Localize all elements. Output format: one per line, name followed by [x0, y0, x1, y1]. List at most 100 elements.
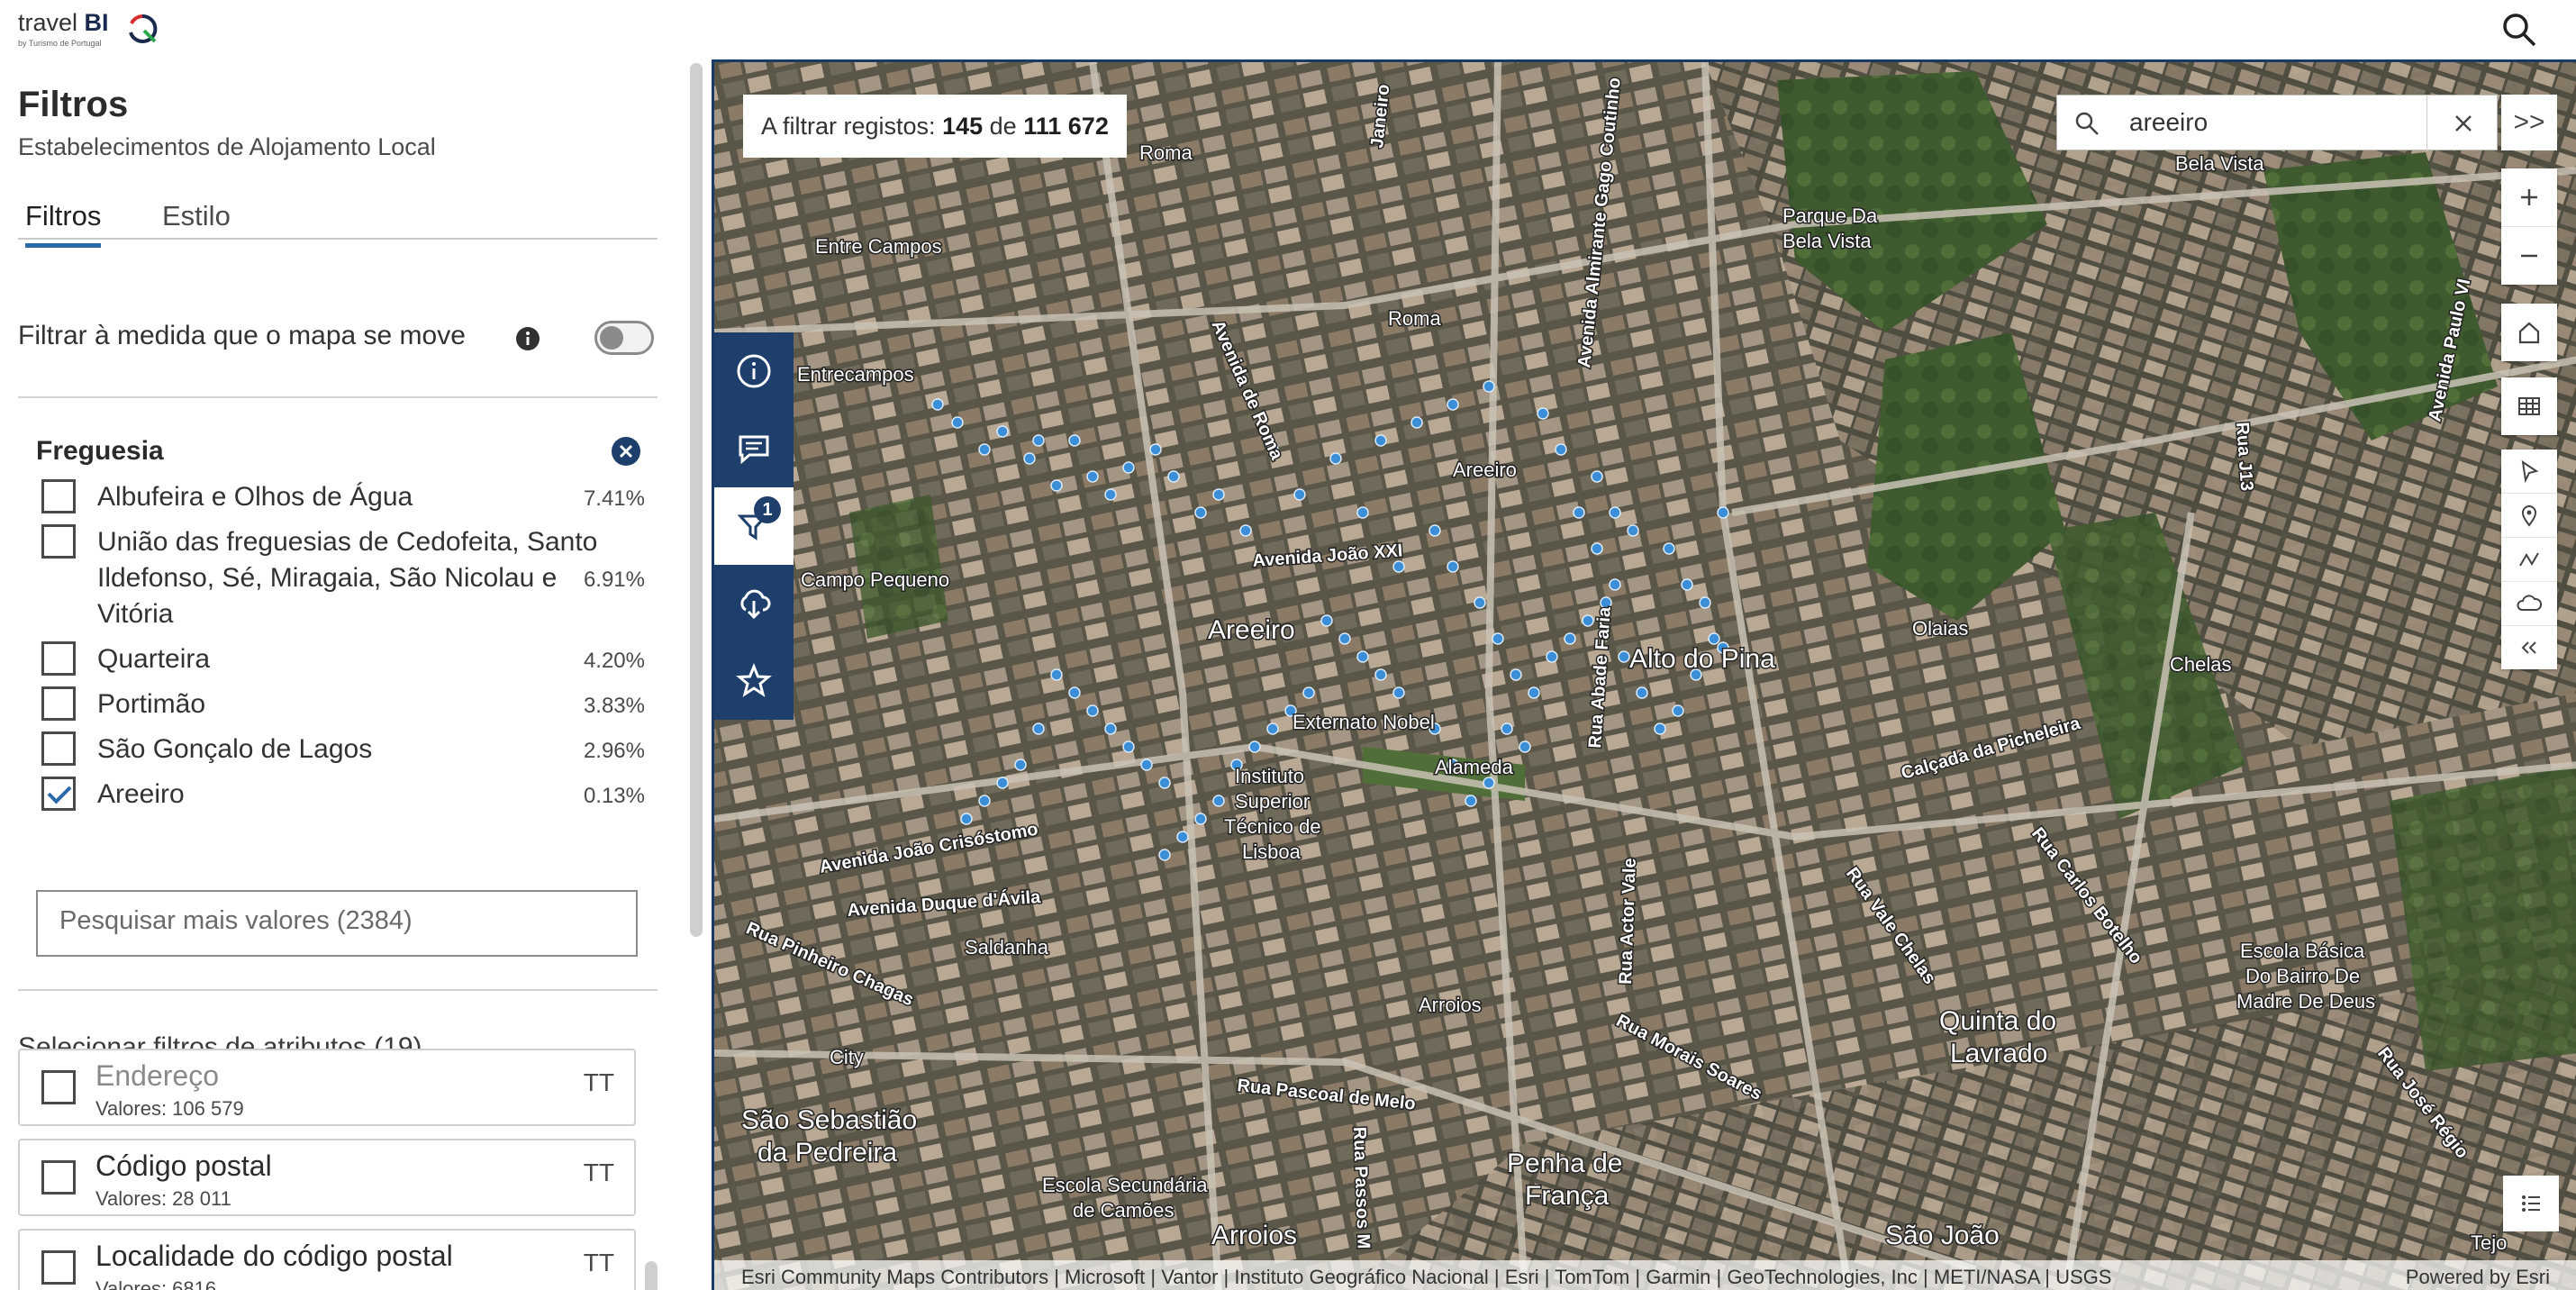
filter-widget-button[interactable]: 1: [714, 487, 794, 565]
zoom-out-button[interactable]: [2501, 227, 2557, 285]
accommodation-point[interactable]: [1537, 407, 1549, 420]
accommodation-point[interactable]: [1338, 632, 1351, 645]
map-view[interactable]: Areeiro Alto do Pina Quinta do Lavrado P…: [712, 59, 2576, 1290]
accommodation-point[interactable]: [1447, 398, 1459, 411]
accommodation-point[interactable]: [1356, 506, 1369, 519]
accommodation-point[interactable]: [1050, 479, 1063, 492]
map-search-input[interactable]: areeiro: [2129, 108, 2208, 137]
accommodation-point[interactable]: [1429, 524, 1441, 537]
tab-estilo[interactable]: Estilo: [162, 200, 231, 243]
accommodation-point[interactable]: [1158, 777, 1171, 789]
accommodation-point[interactable]: [1167, 470, 1180, 483]
accommodation-point[interactable]: [1591, 470, 1603, 483]
accommodation-point[interactable]: [1609, 578, 1621, 591]
accommodation-point[interactable]: [1320, 614, 1333, 627]
search-more-values-input[interactable]: Pesquisar mais valores (2384): [36, 890, 638, 957]
attribute-table-button[interactable]: [2501, 377, 2557, 435]
filter-on-map-move-toggle[interactable]: [594, 321, 654, 355]
accommodation-point[interactable]: [1600, 596, 1612, 609]
option-checkbox-checked[interactable]: [41, 777, 76, 811]
accommodation-point[interactable]: [1699, 596, 1711, 609]
accommodation-point[interactable]: [1032, 722, 1045, 735]
accommodation-point[interactable]: [1140, 759, 1153, 771]
accommodation-point[interactable]: [1519, 740, 1531, 753]
accommodation-point[interactable]: [1068, 434, 1081, 447]
header-search-button[interactable]: [2499, 9, 2540, 50]
legend-button[interactable]: [2503, 1176, 2559, 1231]
clear-freguesia-icon[interactable]: [611, 436, 641, 467]
accommodation-point[interactable]: [1122, 461, 1135, 474]
option-checkbox[interactable]: [41, 641, 76, 676]
accommodation-point[interactable]: [1194, 506, 1207, 519]
favorites-widget-button[interactable]: [714, 642, 794, 720]
accommodation-point[interactable]: [1086, 704, 1099, 717]
accommodation-point[interactable]: [1392, 686, 1405, 699]
accommodation-point[interactable]: [996, 425, 1009, 438]
accommodation-point[interactable]: [1023, 452, 1036, 465]
option-checkbox[interactable]: [41, 686, 76, 721]
accommodation-point[interactable]: [1663, 542, 1675, 555]
line-tool-button[interactable]: [2501, 538, 2557, 582]
accommodation-point[interactable]: [1068, 686, 1081, 699]
accommodation-point[interactable]: [1104, 488, 1117, 501]
accommodation-point[interactable]: [1392, 560, 1405, 573]
accommodation-point[interactable]: [1293, 488, 1306, 501]
attribute-checkbox[interactable]: [41, 1070, 76, 1104]
polygon-tool-button[interactable]: [2501, 582, 2557, 626]
info-widget-button[interactable]: [714, 332, 794, 410]
accommodation-point[interactable]: [1510, 668, 1522, 681]
accommodation-point[interactable]: [1717, 506, 1729, 519]
accommodation-point[interactable]: [1618, 650, 1630, 663]
accommodation-point[interactable]: [1555, 443, 1567, 456]
accommodation-point[interactable]: [1302, 686, 1315, 699]
accommodation-point[interactable]: [1474, 596, 1486, 609]
attribute-card-localidade[interactable]: Localidade do código postal Valores: 681…: [18, 1229, 636, 1290]
accommodation-point[interactable]: [931, 398, 944, 411]
attribute-card-endereco[interactable]: Endereço Valores: 106 579 TT: [18, 1049, 636, 1126]
comments-widget-button[interactable]: [714, 410, 794, 487]
accommodation-point[interactable]: [1014, 759, 1027, 771]
info-icon[interactable]: [515, 326, 540, 351]
accommodation-point[interactable]: [1573, 506, 1585, 519]
accommodation-point[interactable]: [960, 813, 973, 825]
accommodation-point[interactable]: [996, 777, 1009, 789]
point-tool-button[interactable]: [2501, 494, 2557, 538]
accommodation-point[interactable]: [1591, 542, 1603, 555]
select-tool-button[interactable]: [2501, 450, 2557, 494]
accommodation-point[interactable]: [1636, 686, 1648, 699]
accommodation-point[interactable]: [1239, 524, 1252, 537]
option-checkbox[interactable]: [41, 479, 76, 513]
accommodation-point[interactable]: [1374, 668, 1387, 681]
accommodation-point[interactable]: [1681, 578, 1693, 591]
accommodation-point[interactable]: [1708, 632, 1720, 645]
accommodation-point[interactable]: [951, 416, 964, 429]
accommodation-point[interactable]: [1654, 722, 1666, 735]
accommodation-point[interactable]: [1627, 524, 1639, 537]
zoom-in-button[interactable]: [2501, 168, 2557, 227]
accommodation-point[interactable]: [1410, 416, 1423, 429]
accommodation-point[interactable]: [1483, 777, 1495, 789]
accommodation-point[interactable]: [1374, 434, 1387, 447]
accommodation-point[interactable]: [1609, 506, 1621, 519]
option-checkbox[interactable]: [41, 524, 76, 559]
attributes-scrollbar[interactable]: [645, 1261, 658, 1290]
tab-filtros[interactable]: Filtros: [25, 200, 102, 248]
powered-by-esri[interactable]: Powered by Esri: [2406, 1266, 2550, 1289]
accommodation-point[interactable]: [1582, 614, 1594, 627]
accommodation-point[interactable]: [1176, 831, 1189, 843]
accommodation-point[interactable]: [1032, 434, 1045, 447]
collapse-tools-button[interactable]: [2501, 626, 2557, 669]
accommodation-point[interactable]: [1122, 740, 1135, 753]
accommodation-point[interactable]: [1672, 704, 1684, 717]
accommodation-point[interactable]: [1212, 488, 1225, 501]
satellite-basemap[interactable]: Areeiro Alto do Pina Quinta do Lavrado P…: [714, 62, 2576, 1290]
accommodation-point[interactable]: [1050, 668, 1063, 681]
map-search-box[interactable]: areeiro: [2056, 95, 2499, 151]
accommodation-point[interactable]: [1356, 650, 1369, 663]
panel-scrollbar[interactable]: [690, 63, 703, 937]
travel-bi-logo[interactable]: travel BI by Turismo de Portugal: [18, 9, 158, 49]
accommodation-point[interactable]: [1104, 722, 1117, 735]
accommodation-point[interactable]: [1447, 560, 1459, 573]
clear-search-button[interactable]: [2426, 95, 2499, 151]
download-widget-button[interactable]: [714, 565, 794, 642]
